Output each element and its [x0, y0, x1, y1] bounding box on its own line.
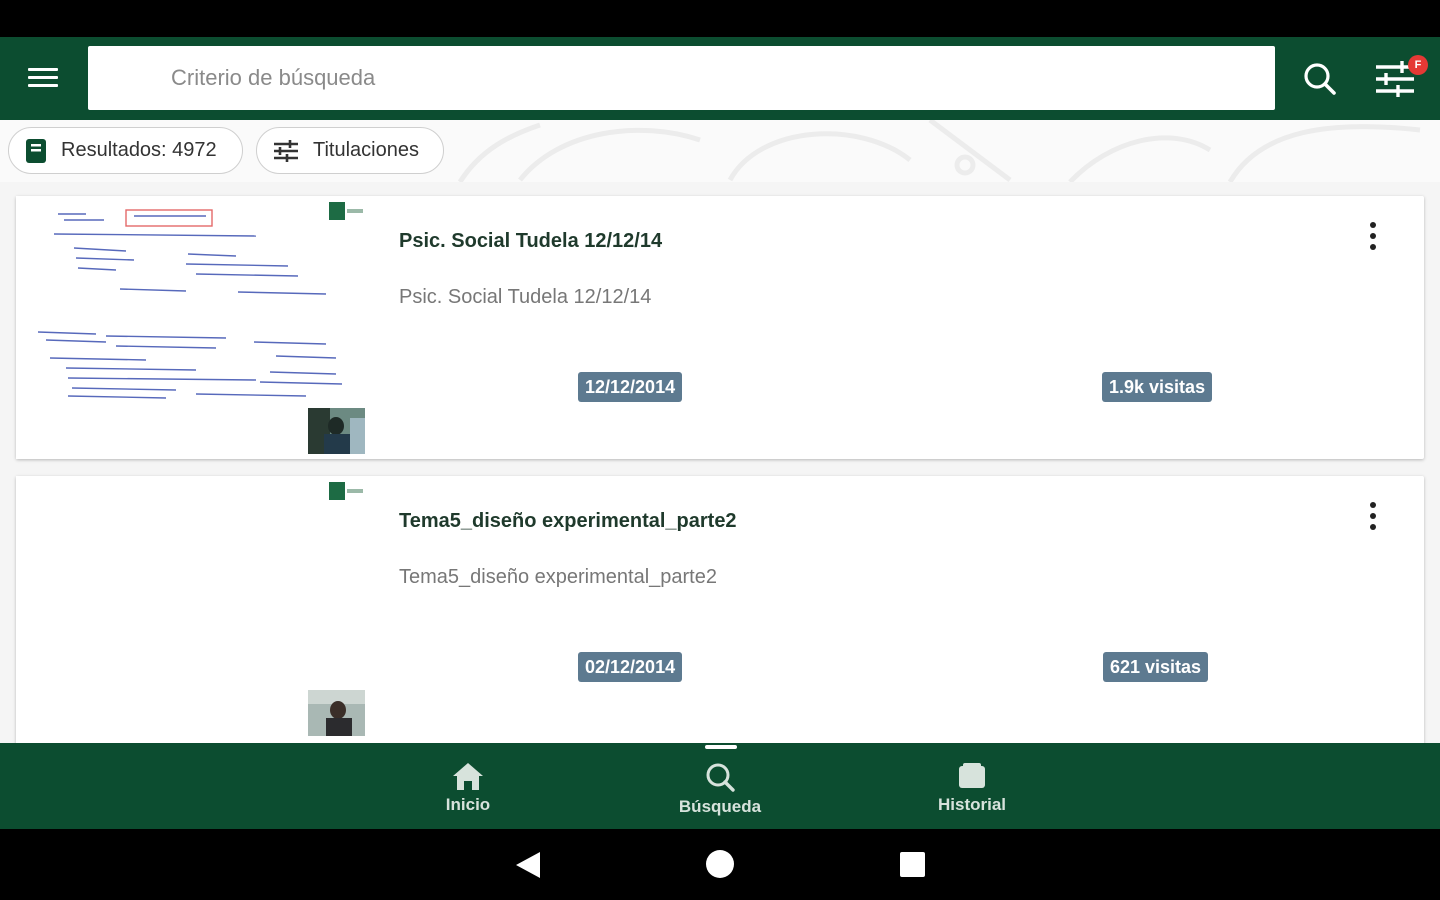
bottom-navigation: Inicio Búsqueda Historial	[0, 743, 1440, 829]
nav-search[interactable]: Búsqueda	[630, 743, 810, 829]
results-count: Resultados: 4972	[61, 139, 217, 161]
book-icon	[26, 138, 46, 163]
nav-search-label: Búsqueda	[678, 797, 762, 816]
result-title[interactable]: Tema5_diseño experimental_parte2	[399, 510, 737, 533]
date-tag: 02/12/2014	[578, 652, 683, 682]
views-tag: 1.9k visitas	[1102, 372, 1213, 402]
filter-badge: F	[1408, 55, 1428, 75]
chip-row: Resultados: 4972 Titulaciones	[0, 120, 1440, 182]
menu-icon[interactable]	[22, 64, 62, 94]
degrees-chip[interactable]: Titulaciones	[256, 127, 444, 174]
results-chip[interactable]: Resultados: 4972	[8, 127, 243, 174]
nav-history[interactable]: Historial	[882, 743, 1062, 829]
result-subtitle: Psic. Social Tudela 12/12/14	[399, 286, 652, 308]
more-options-icon[interactable]	[1363, 498, 1383, 538]
home-icon	[453, 763, 483, 790]
search-icon	[706, 763, 735, 792]
search-input[interactable]	[88, 46, 1275, 110]
result-card[interactable]: Tema5_diseño experimental_parte2 Tema5_d…	[16, 476, 1424, 743]
university-logo-icon	[329, 482, 365, 500]
history-icon	[959, 763, 985, 788]
nav-home-label: Inicio	[445, 795, 491, 814]
system-navigation-bar	[0, 829, 1440, 900]
video-thumbnail[interactable]	[16, 196, 368, 459]
status-bar	[0, 0, 1440, 37]
result-card[interactable]: Psic. Social Tudela 12/12/14 Psic. Socia…	[16, 196, 1424, 459]
app-bar: F	[0, 37, 1440, 120]
filter-settings-button[interactable]: F	[1368, 53, 1428, 103]
result-title[interactable]: Psic. Social Tudela 12/12/14	[399, 230, 662, 253]
degrees-label: Titulaciones	[313, 139, 419, 161]
date-tag: 12/12/2014	[578, 372, 683, 402]
university-logo-icon	[329, 202, 365, 220]
tune-icon	[274, 139, 298, 162]
views-tag: 621 visitas	[1103, 652, 1209, 682]
results-list: Psic. Social Tudela 12/12/14 Psic. Socia…	[0, 182, 1440, 743]
result-subtitle: Tema5_diseño experimental_parte2	[399, 566, 717, 588]
presenter-camera-thumbnail	[308, 408, 365, 454]
search-box	[88, 46, 1275, 110]
back-icon[interactable]	[514, 851, 542, 879]
nav-history-label: Historial	[937, 795, 1007, 814]
presenter-camera-thumbnail	[308, 690, 365, 736]
home-circle-icon[interactable]	[706, 850, 734, 878]
more-options-icon[interactable]	[1363, 218, 1383, 258]
video-thumbnail[interactable]	[16, 476, 368, 739]
nav-home[interactable]: Inicio	[378, 743, 558, 829]
search-icon[interactable]	[1296, 57, 1344, 101]
recent-apps-icon[interactable]	[900, 852, 925, 877]
